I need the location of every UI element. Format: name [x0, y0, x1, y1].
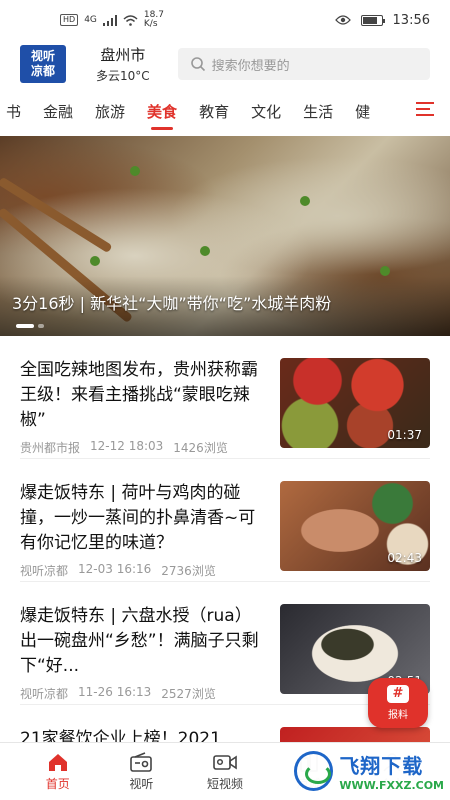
network-type: 4G — [84, 15, 97, 25]
herb-3 — [300, 196, 310, 206]
carousel-dots — [16, 324, 44, 328]
city-name: 盘州市 — [100, 46, 146, 64]
battery-icon — [360, 14, 385, 26]
report-label: 报料 — [388, 710, 408, 721]
tab-books[interactable]: 书 — [6, 101, 21, 122]
status-bar: HD 4G 18.7 K/s 13:56 — [0, 0, 450, 40]
news-source: 视听凉都 — [20, 687, 69, 701]
nav-audio-video-label: 视听 — [129, 776, 154, 791]
news-time: 11-26 16:13 — [78, 685, 152, 699]
news-views: 2736浏览 — [161, 564, 216, 578]
news-views: 1426浏览 — [173, 441, 228, 455]
tab-education[interactable]: 教育 — [199, 101, 229, 122]
news-title: 全国吃辣地图发布，贵州获称霸王级！来看主播挑战“蒙眼吃辣椒” — [20, 360, 258, 430]
home-icon — [48, 753, 67, 771]
news-meta: 贵州都市报 12-12 18:03 1426浏览 — [20, 439, 266, 456]
tab-travel[interactable]: 旅游 — [95, 101, 125, 122]
report-button[interactable]: # 报料 — [368, 678, 428, 728]
watermark-en: WWW.FXXZ.COM — [339, 779, 444, 792]
news-source: 视听凉都 — [20, 564, 69, 578]
nav-home[interactable]: 首页 — [16, 752, 100, 792]
network-speed: 18.7 K/s — [143, 10, 164, 29]
app-logo[interactable]: 视听 凉都 — [20, 45, 66, 83]
status-right: 13:56 — [334, 12, 430, 28]
radio-icon — [130, 751, 153, 772]
tab-health[interactable]: 健 — [355, 101, 370, 122]
logo-line-1: 视听 — [30, 49, 55, 63]
clock: 13:56 — [392, 12, 430, 28]
news-item[interactable]: 全国吃辣地图发布，贵州获称霸王级！来看主播挑战“蒙眼吃辣椒” 贵州都市报 12-… — [20, 336, 430, 459]
news-title: 爆走饭特东 | 荷叶与鸡肉的碰撞，一炒一蒸间的扑鼻清香~可有你记忆里的味道？ — [20, 483, 256, 553]
herb-5 — [90, 256, 100, 266]
news-thumbnail[interactable]: 02:43 — [280, 481, 430, 571]
banner-caption: 3分16秒 | 新华社“大咖”带你“吃”水城羊肉粉 — [12, 294, 332, 313]
news-views: 2527浏览 — [161, 687, 216, 701]
category-tabs: 书 金融 旅游 美食 教育 文化 生活 健 — [0, 88, 450, 134]
status-left: HD 4G 18.7 K/s — [60, 11, 168, 29]
top-bar: 视听 凉都 盘州市 多云10°C 搜索你想要的 — [0, 40, 450, 88]
news-list: 全国吃辣地图发布，贵州获称霸王级！来看主播挑战“蒙眼吃辣椒” 贵州都市报 12-… — [0, 336, 450, 800]
news-text: 爆走饭特东 | 荷叶与鸡肉的碰撞，一炒一蒸间的扑鼻清香~可有你记忆里的味道？ 视… — [20, 481, 280, 581]
tab-culture[interactable]: 文化 — [251, 101, 281, 122]
chopstick-1 — [0, 176, 113, 254]
watermark-cn: 飞翔下载 — [339, 754, 424, 778]
nav-home-label: 首页 — [45, 776, 70, 791]
eye-icon — [334, 15, 351, 25]
news-thumbnail[interactable]: 01:37 — [280, 358, 430, 448]
watermark-logo-icon — [294, 751, 334, 791]
news-item[interactable]: 爆走饭特东 | 荷叶与鸡肉的碰撞，一炒一蒸间的扑鼻清香~可有你记忆里的味道？ 视… — [20, 459, 430, 582]
news-time: 12-03 16:16 — [78, 562, 152, 576]
city-weather[interactable]: 盘州市 多云10°C — [96, 44, 150, 84]
wifi-icon — [123, 14, 138, 26]
search-placeholder: 搜索你想要的 — [211, 58, 290, 74]
herb-1 — [130, 166, 140, 176]
weather-text: 多云10°C — [96, 69, 150, 83]
tab-food[interactable]: 美食 — [147, 101, 177, 130]
logo-line-2: 凉都 — [30, 64, 55, 78]
tab-life[interactable]: 生活 — [303, 101, 333, 122]
video-camera-icon — [213, 754, 237, 770]
signal-icon — [102, 14, 117, 26]
video-duration: 01:37 — [387, 428, 422, 442]
featured-banner[interactable]: 3分16秒 | 新华社“大咖”带你“吃”水城羊肉粉 — [0, 136, 450, 336]
tab-finance[interactable]: 金融 — [43, 101, 73, 122]
news-meta: 视听凉都 12-03 16:16 2736浏览 — [20, 562, 266, 579]
news-meta: 视听凉都 11-26 16:13 2527浏览 — [20, 685, 266, 702]
nav-short-video[interactable]: 短视频 — [183, 752, 267, 792]
hd-badge: HD — [60, 14, 79, 26]
news-title: 爆走饭特东 | 六盘水授（rua）出一碗盘州“乡愁”！满脑子只剩下“好... — [20, 606, 259, 676]
nav-audio-video[interactable]: 视听 — [100, 751, 184, 792]
news-source: 贵州都市报 — [20, 441, 81, 455]
video-duration: 02:43 — [387, 551, 422, 565]
herb-4 — [380, 266, 390, 276]
search-input[interactable]: 搜索你想要的 — [177, 48, 430, 80]
news-text: 全国吃辣地图发布，贵州获称霸王级！来看主播挑战“蒙眼吃辣椒” 贵州都市报 12-… — [20, 358, 280, 458]
menu-icon[interactable] — [416, 102, 434, 120]
news-text: 爆走饭特东 | 六盘水授（rua）出一碗盘州“乡愁”！满脑子只剩下“好... 视… — [20, 604, 280, 704]
herb-2 — [200, 246, 210, 256]
watermark-text: 飞翔下载 WWW.FXXZ.COM — [339, 750, 444, 792]
site-watermark: 飞翔下载 WWW.FXXZ.COM — [294, 746, 444, 796]
search-icon — [190, 57, 205, 72]
nav-short-video-label: 短视频 — [206, 776, 243, 791]
news-time: 12-12 18:03 — [90, 439, 164, 453]
report-hash-icon: # — [387, 685, 409, 703]
